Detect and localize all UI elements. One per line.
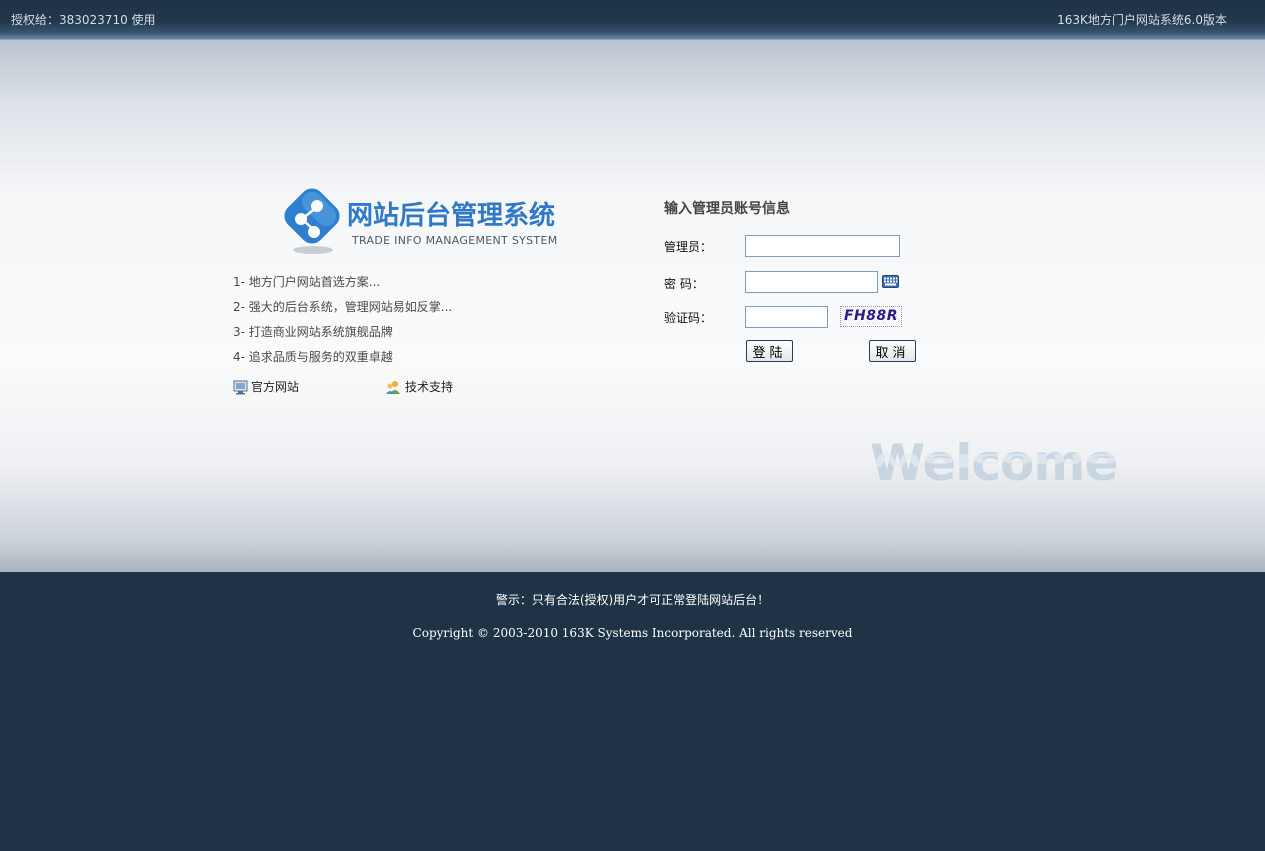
feature-list: 1- 地方门户网站首选方案... 2- 强大的后台系统，管理网站易如反掌... … xyxy=(233,274,452,374)
login-title: 输入管理员账号信息 xyxy=(664,201,790,217)
admin-label: 管理员： xyxy=(664,240,713,254)
feature-item: 1- 地方门户网站首选方案... xyxy=(233,275,381,289)
password-label: 密 码： xyxy=(664,277,704,291)
version-text: 163K地方门户网站系统6.0版本 xyxy=(1057,13,1227,27)
logo-subtitle: TRADE INFO MANAGEMENT SYSTEM xyxy=(352,234,558,247)
official-site-label: 官方网站 xyxy=(251,380,300,394)
feature-item: 2- 强大的后台系统，管理网站易如反掌... xyxy=(233,300,453,314)
monitor-icon xyxy=(233,380,248,395)
captcha-image[interactable]: FH88R xyxy=(840,306,902,327)
feature-item: 3- 打造商业网站系统旗舰品牌 xyxy=(233,325,393,339)
feature-item: 4- 追求品质与服务的双重卓越 xyxy=(233,350,393,364)
users-icon xyxy=(386,381,400,394)
footer: 警示：只有合法(授权)用户才可正常登陆网站后台！ Copyright © 200… xyxy=(0,572,1265,851)
captcha-label: 验证码： xyxy=(664,311,713,325)
official-site-link[interactable]: 官方网站 xyxy=(233,378,299,395)
main-panel xyxy=(0,40,1265,572)
share-network-icon xyxy=(284,188,340,254)
tech-support-label: 技术支持 xyxy=(405,380,454,394)
quick-links: 官方网站 技术支持 xyxy=(233,378,533,400)
tech-support-link[interactable]: 技术支持 xyxy=(385,378,453,395)
welcome-reflection: Welcome xyxy=(870,449,1118,470)
keyboard-icon[interactable] xyxy=(882,275,899,288)
top-bar: 授权给：383023710 使用 163K地方门户网站系统6.0版本 xyxy=(0,0,1265,40)
logo-title: 网站后台管理系统 xyxy=(347,201,556,231)
warning-text: 警示：只有合法(授权)用户才可正常登陆网站后台！ xyxy=(495,593,770,607)
cancel-button[interactable]: 取消 xyxy=(869,340,916,362)
logo: 网站后台管理系统 TRADE INFO MANAGEMENT SYSTEM xyxy=(283,187,583,259)
captcha-input[interactable] xyxy=(745,306,828,328)
password-input[interactable] xyxy=(745,271,878,293)
admin-input[interactable] xyxy=(745,235,900,257)
login-button[interactable]: 登陆 xyxy=(746,340,793,362)
copyright-text: Copyright © 2003-2010 163K Systems Incor… xyxy=(412,626,853,640)
license-text: 授权给：383023710 使用 xyxy=(11,13,156,27)
